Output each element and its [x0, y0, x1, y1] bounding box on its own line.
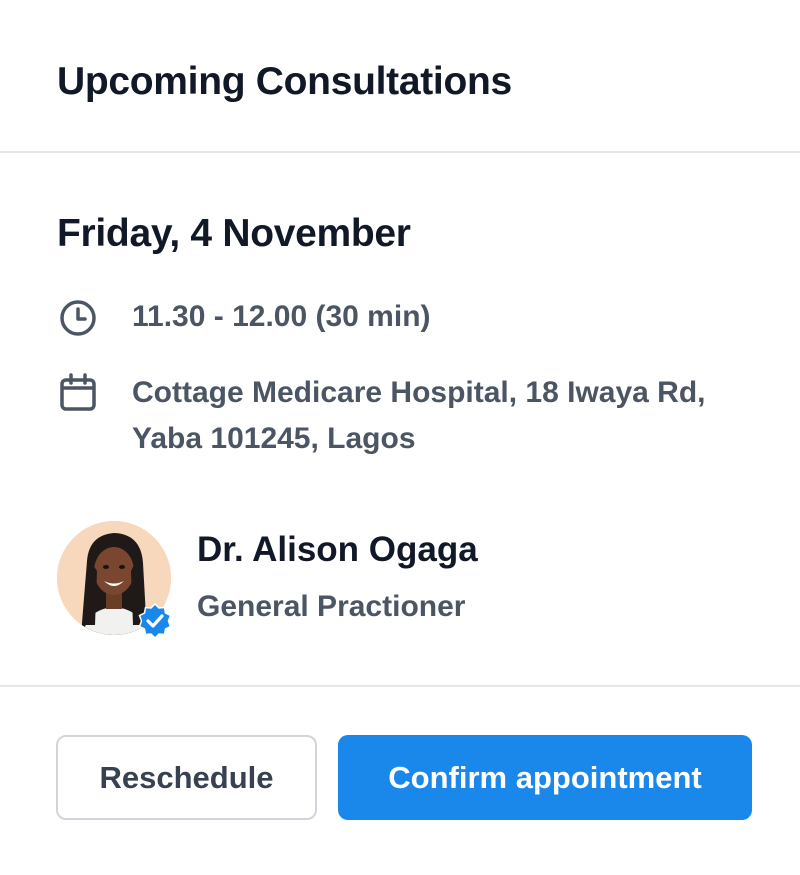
- appointment-date: Friday, 4 November: [57, 212, 411, 255]
- appointment-location: Cottage Medicare Hospital, 18 Iwaya Rd, …: [132, 370, 792, 462]
- card-header: Upcoming Consultations: [0, 0, 800, 153]
- reschedule-button[interactable]: Reschedule: [56, 735, 317, 820]
- consultation-card: Upcoming Consultations Friday, 4 Novembe…: [0, 0, 800, 875]
- doctor-avatar-wrapper: [57, 521, 172, 640]
- page-title: Upcoming Consultations: [57, 60, 512, 103]
- location-line-2: Yaba 101245, Lagos: [132, 422, 416, 455]
- clock-icon: [58, 298, 98, 338]
- doctor-name: Dr. Alison Ogaga: [197, 530, 478, 569]
- location-line-1: Cottage Medicare Hospital, 18 Iwaya Rd,: [132, 376, 706, 409]
- appointment-time: 11.30 - 12.00 (30 min): [132, 300, 431, 333]
- verified-badge-icon: [137, 602, 173, 640]
- confirm-appointment-button[interactable]: Confirm appointment: [338, 735, 752, 820]
- calendar-icon: [58, 372, 98, 412]
- doctor-role: General Practioner: [197, 590, 466, 623]
- divider: [0, 685, 800, 687]
